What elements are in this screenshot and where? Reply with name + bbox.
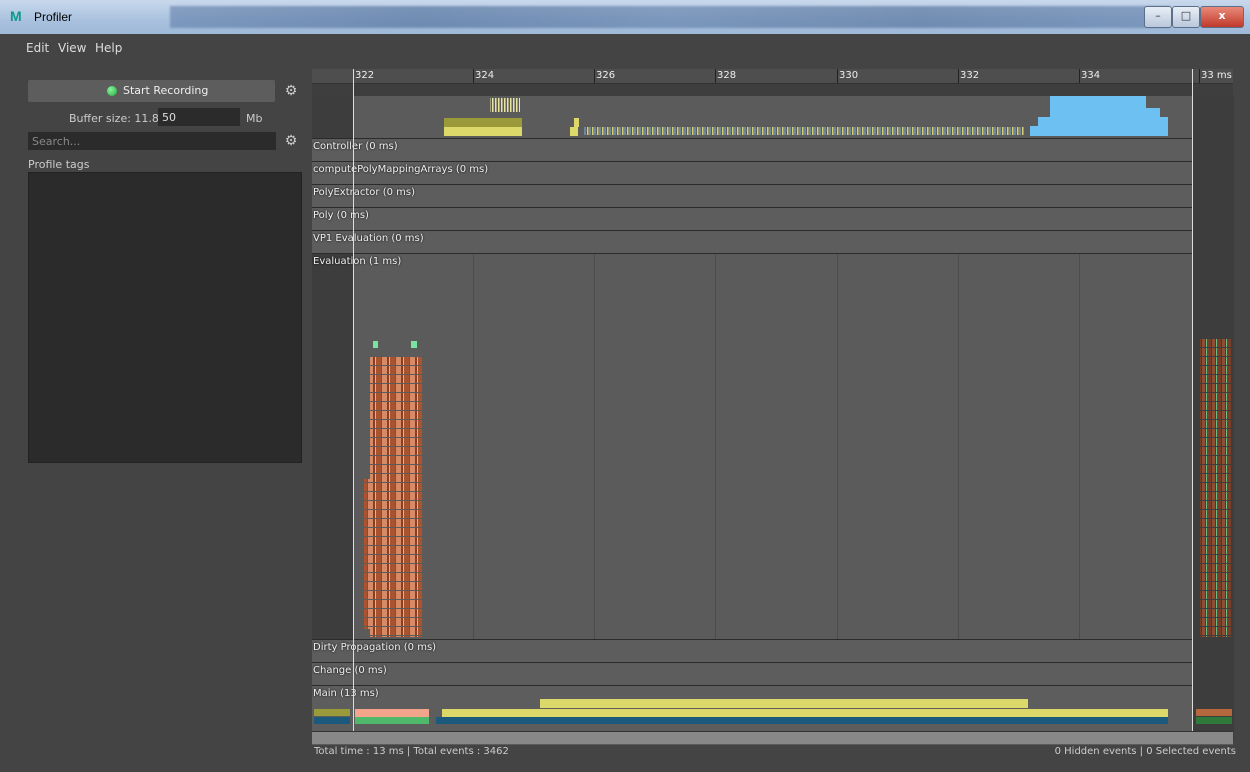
- menu-help[interactable]: Help: [95, 41, 122, 55]
- main-events: [314, 699, 1232, 724]
- minimize-button[interactable]: –: [1144, 6, 1172, 28]
- tick-label-328: 328: [717, 70, 737, 81]
- tick-label-332: 332: [960, 70, 980, 81]
- tick-324: [473, 69, 474, 83]
- selection-start-marker[interactable]: [353, 69, 354, 741]
- lane-change[interactable]: Change (0 ms): [312, 662, 1192, 685]
- menu-bar: Edit View Help: [0, 34, 1250, 60]
- buffer-size-label: Buffer size: 11.8 /: [69, 112, 167, 125]
- tick-336: [1199, 69, 1200, 83]
- tick-328: [715, 69, 716, 83]
- tick-332: [958, 69, 959, 83]
- status-events: 0 Hidden events | 0 Selected events: [1054, 746, 1236, 757]
- search-input[interactable]: [28, 132, 276, 150]
- tick-label-326: 326: [596, 70, 616, 81]
- buffer-unit-label: Mb: [246, 112, 263, 125]
- lane-dirty-propagation[interactable]: Dirty Propagation (0 ms): [312, 639, 1192, 662]
- lane-polyextractor[interactable]: PolyExtractor (0 ms): [312, 184, 1192, 207]
- profiler-window: M Profiler – □ x Edit View Help Start Re…: [0, 0, 1250, 772]
- maximize-button[interactable]: □: [1172, 6, 1200, 28]
- horizontal-scrollbar[interactable]: [312, 731, 1233, 744]
- lane-vp1-evaluation[interactable]: VP1 Evaluation (0 ms): [312, 230, 1192, 253]
- lane-label: Main (13 ms): [313, 688, 379, 699]
- lane-label: VP1 Evaluation (0 ms): [313, 233, 424, 244]
- lane-label: Poly (0 ms): [313, 210, 369, 221]
- tick-label-324: 324: [475, 70, 495, 81]
- tick-330: [837, 69, 838, 83]
- ruler-scrub-bar[interactable]: [312, 84, 1233, 96]
- selection-end-marker[interactable]: [1192, 69, 1193, 741]
- profile-tags-list[interactable]: [28, 172, 302, 463]
- left-panel: Start Recording ⚙ Buffer size: 11.8 / Mb…: [0, 60, 308, 772]
- close-button[interactable]: x: [1200, 6, 1244, 28]
- lane-label: computePolyMappingArrays (0 ms): [313, 164, 489, 175]
- profile-tags-label: Profile tags: [28, 158, 90, 171]
- tick-label-336-ms: 33 ms: [1201, 70, 1232, 81]
- title-bar: M Profiler – □ x: [0, 0, 1250, 34]
- lane-controller[interactable]: Controller (0 ms): [312, 138, 1192, 161]
- evaluation-events: [364, 339, 1232, 637]
- maya-logo-icon: M: [10, 8, 22, 24]
- start-recording-label: Start Recording: [123, 84, 209, 97]
- lane-computepolymappingarrays[interactable]: computePolyMappingArrays (0 ms): [312, 161, 1192, 184]
- lane-label: Dirty Propagation (0 ms): [313, 642, 437, 653]
- overview-events: [314, 96, 1168, 136]
- blurred-background-window: [170, 6, 1170, 28]
- tick-label-330: 330: [839, 70, 859, 81]
- lane-label: Evaluation (1 ms): [313, 256, 402, 267]
- tick-326: [594, 69, 595, 83]
- lane-label: Change (0 ms): [313, 665, 387, 676]
- lane-label: Controller (0 ms): [313, 141, 398, 152]
- status-total: Total time : 13 ms | Total events : 3462: [314, 746, 509, 757]
- search-settings-gear-icon[interactable]: ⚙: [284, 134, 298, 148]
- time-ruler[interactable]: 322 324 326 328 330 332 334 33 ms: [312, 69, 1233, 84]
- tick-label-322: 322: [355, 70, 375, 81]
- activity-overview: [312, 96, 1233, 138]
- lane-poly[interactable]: Poly (0 ms): [312, 207, 1192, 230]
- start-recording-button[interactable]: Start Recording: [28, 80, 275, 102]
- tick-334: [1079, 69, 1080, 83]
- tick-label-334: 334: [1081, 70, 1101, 81]
- menu-edit[interactable]: Edit: [26, 41, 49, 55]
- window-title: Profiler: [34, 10, 73, 24]
- record-indicator-icon: [107, 86, 117, 96]
- menu-view[interactable]: View: [58, 41, 86, 55]
- recording-settings-gear-icon[interactable]: ⚙: [284, 84, 298, 98]
- buffer-size-input[interactable]: [158, 108, 240, 126]
- profiler-timeline[interactable]: 322 324 326 328 330 332 334 33 ms Contro…: [312, 69, 1234, 745]
- lane-label: PolyExtractor (0 ms): [313, 187, 416, 198]
